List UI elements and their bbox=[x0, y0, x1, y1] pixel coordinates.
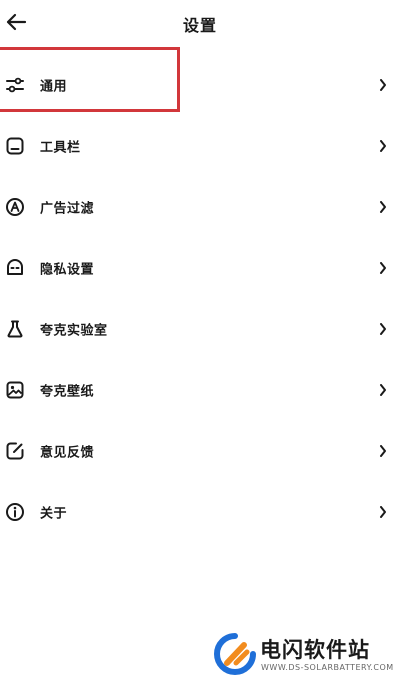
page-title: 设置 bbox=[182, 16, 217, 35]
menu-item-lab[interactable]: 夸克实验室 bbox=[0, 298, 400, 359]
chevron-right-icon bbox=[378, 444, 388, 458]
watermark-title: 电闪软件站 bbox=[260, 638, 370, 662]
chevron-right-icon bbox=[378, 322, 388, 336]
settings-list: 通用 工具栏 广告过滤 隐私设置 夸克实验室 夸克壁纸 意见反馈 关于 bbox=[0, 54, 400, 542]
header-bar: 设置 bbox=[0, 0, 400, 46]
chevron-right-icon bbox=[378, 200, 388, 214]
chevron-right-icon bbox=[378, 139, 388, 153]
menu-item-label: 夸克实验室 bbox=[40, 323, 108, 338]
site-logo bbox=[214, 633, 256, 675]
menu-item-general[interactable]: 通用 bbox=[0, 54, 400, 115]
watermark: 电闪软件站 WWW.DS-SOLARBATTERY.COM bbox=[200, 630, 400, 680]
privacy-mask-icon bbox=[5, 258, 25, 278]
chevron-right-icon bbox=[378, 78, 388, 92]
ad-filter-icon bbox=[5, 197, 25, 217]
menu-item-feedback[interactable]: 意见反馈 bbox=[0, 420, 400, 481]
menu-item-label: 关于 bbox=[40, 506, 68, 521]
info-icon bbox=[5, 502, 25, 522]
menu-item-toolbar[interactable]: 工具栏 bbox=[0, 115, 400, 176]
menu-item-label: 通用 bbox=[40, 79, 68, 94]
menu-item-label: 夸克壁纸 bbox=[40, 384, 95, 399]
menu-item-label: 隐私设置 bbox=[40, 262, 95, 277]
menu-item-label: 意见反馈 bbox=[40, 445, 95, 460]
toolbar-icon bbox=[5, 136, 25, 156]
feedback-edit-icon bbox=[5, 441, 25, 461]
wallpaper-icon bbox=[5, 380, 25, 400]
sliders-icon bbox=[5, 75, 25, 95]
chevron-right-icon bbox=[378, 383, 388, 397]
menu-item-about[interactable]: 关于 bbox=[0, 481, 400, 542]
menu-item-wallpaper[interactable]: 夸克壁纸 bbox=[0, 359, 400, 420]
menu-item-ad-filter[interactable]: 广告过滤 bbox=[0, 176, 400, 237]
menu-item-label: 广告过滤 bbox=[40, 201, 95, 216]
menu-item-label: 工具栏 bbox=[40, 140, 81, 155]
chevron-right-icon bbox=[378, 505, 388, 519]
chevron-right-icon bbox=[378, 261, 388, 275]
flask-icon bbox=[5, 319, 25, 339]
watermark-url: WWW.DS-SOLARBATTERY.COM bbox=[261, 663, 394, 672]
menu-item-privacy[interactable]: 隐私设置 bbox=[0, 237, 400, 298]
